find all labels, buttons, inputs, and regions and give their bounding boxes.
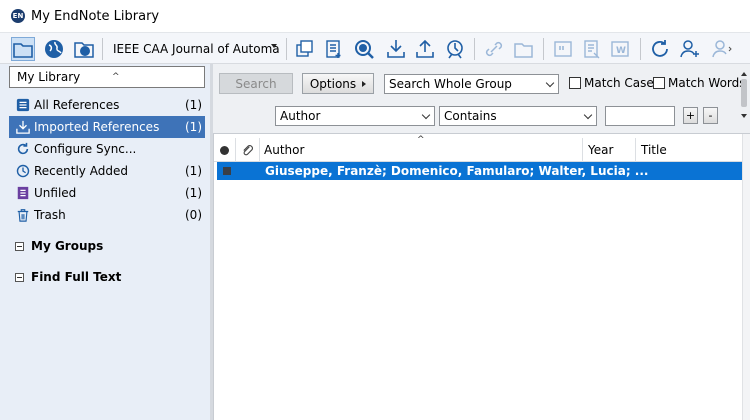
scroll-up-icon[interactable] — [741, 72, 747, 76]
search-panel-scrollbar[interactable] — [739, 66, 750, 132]
sync-icon — [15, 141, 31, 157]
title-column-header[interactable]: Title — [636, 138, 742, 162]
find-full-text-header[interactable]: Find Full Text — [9, 267, 121, 287]
add-search-row-button[interactable]: + — [683, 107, 698, 124]
group-count: (1) — [185, 120, 202, 134]
format-bibliography-icon[interactable] — [580, 37, 604, 61]
group-recently-added[interactable]: Recently Added (1) — [9, 160, 205, 182]
find-full-text-icon[interactable] — [443, 37, 467, 61]
output-style-select[interactable]: IEEE CAA Journal of Automati — [109, 39, 279, 59]
scroll-thumb[interactable] — [741, 79, 747, 107]
unfiled-icon — [15, 185, 31, 201]
match-case-checkbox[interactable]: Match Case — [569, 76, 654, 90]
group-label: All References — [34, 98, 120, 112]
chevron-up-icon: ^ — [112, 72, 120, 82]
remove-search-row-button[interactable]: - — [703, 107, 718, 124]
all-references-icon — [15, 97, 31, 113]
recently-added-icon — [15, 163, 31, 179]
collapse-icon[interactable] — [15, 241, 24, 251]
window-title: My EndNote Library — [31, 8, 160, 24]
my-groups-header[interactable]: My Groups — [9, 236, 103, 256]
chevron-down-icon — [271, 44, 277, 48]
open-link-icon[interactable] — [482, 37, 506, 61]
chevron-down-icon — [583, 110, 593, 120]
group-count: (1) — [185, 186, 202, 200]
manage-users-icon[interactable] — [710, 37, 734, 61]
online-search-icon[interactable] — [352, 37, 376, 61]
open-file-icon[interactable] — [512, 37, 536, 61]
search-operator-value: Contains — [444, 109, 497, 123]
title-bar: EN My EndNote Library — [0, 0, 750, 32]
search-value-input[interactable] — [605, 106, 675, 126]
year-column-header[interactable]: Year — [583, 138, 636, 162]
search-field-select[interactable]: Author — [275, 106, 435, 126]
group-configure-sync[interactable]: Configure Sync... — [9, 138, 205, 160]
group-label: Configure Sync... — [34, 142, 137, 156]
group-all-references[interactable]: All References (1) — [9, 94, 205, 116]
chevron-down-icon — [421, 110, 431, 120]
search-button[interactable]: Search — [219, 73, 293, 94]
read-status-icon — [220, 145, 229, 155]
group-trash[interactable]: Trash (0) — [9, 204, 205, 226]
group-label: Trash — [34, 208, 66, 222]
read-status-column[interactable] — [214, 138, 236, 162]
group-count: (1) — [185, 164, 202, 178]
chevron-down-icon — [545, 78, 555, 88]
search-panel: Search Options Search Whole Group Match … — [213, 64, 750, 134]
export-icon[interactable] — [413, 37, 437, 61]
local-library-mode-icon[interactable] — [11, 37, 35, 61]
reference-list-scrollbar[interactable] — [742, 134, 750, 420]
chevron-right-icon — [362, 80, 367, 87]
scroll-down-icon[interactable] — [741, 114, 747, 118]
options-button[interactable]: Options — [302, 73, 374, 94]
svg-text:W: W — [616, 46, 626, 56]
options-label: Options — [309, 76, 357, 91]
table-row[interactable]: Giuseppe, Franzè; Domenico, Famularo; Wa… — [217, 162, 742, 180]
imported-references-icon — [15, 119, 31, 135]
group-label: Recently Added — [34, 164, 128, 178]
collapse-icon[interactable] — [15, 272, 24, 282]
endnote-logo-icon: EN — [11, 9, 25, 23]
attachment-column[interactable] — [236, 138, 260, 162]
online-search-mode-icon[interactable] — [42, 37, 66, 61]
group-unfiled[interactable]: Unfiled (1) — [9, 182, 205, 204]
search-scope-value: Search Whole Group — [389, 77, 512, 91]
sync-icon[interactable] — [648, 37, 672, 61]
output-style-value: IEEE CAA Journal of Automati — [113, 42, 279, 56]
author-column-header[interactable]: Author — [260, 138, 583, 162]
unread-marker-icon — [223, 167, 231, 175]
group-count: (0) — [185, 208, 202, 222]
toolbar: IEEE CAA Journal of Automati W — [0, 32, 750, 64]
groups-pane: My Library ^ All References (1) Imported… — [0, 64, 210, 420]
group-imported-references[interactable]: Imported References (1) — [9, 116, 205, 138]
import-icon[interactable] — [384, 37, 408, 61]
section-label: My Groups — [31, 239, 104, 253]
checkbox-box[interactable] — [653, 77, 665, 89]
search-operator-select[interactable]: Contains — [439, 106, 597, 126]
match-case-label: Match Case — [584, 76, 654, 90]
copy-formatted-icon[interactable] — [292, 37, 316, 61]
reference-author: Giuseppe, Franzè; Domenico, Famularo; Wa… — [265, 164, 649, 178]
reference-list-header: ^ Author Year Title — [214, 135, 742, 162]
reference-list: ^ Author Year Title Giuseppe, Franzè; Do… — [213, 134, 750, 420]
trash-icon — [15, 207, 31, 223]
paperclip-icon — [243, 144, 253, 155]
integrated-library-online-mode-icon[interactable] — [72, 37, 96, 61]
checkbox-box[interactable] — [569, 77, 581, 89]
match-words-checkbox[interactable]: Match Words — [653, 76, 746, 90]
group-count: (1) — [185, 98, 202, 112]
share-library-icon[interactable] — [678, 37, 702, 61]
search-scope-select[interactable]: Search Whole Group — [384, 74, 559, 94]
new-reference-icon[interactable] — [322, 37, 346, 61]
return-to-word-icon[interactable]: W — [608, 37, 632, 61]
library-selector[interactable]: My Library ^ — [9, 66, 205, 88]
insert-citation-icon[interactable] — [551, 37, 575, 61]
group-label: Imported References — [34, 120, 160, 134]
match-words-label: Match Words — [668, 76, 746, 90]
search-field-value: Author — [280, 109, 321, 123]
group-label: Unfiled — [34, 186, 77, 200]
library-label: My Library — [17, 70, 81, 84]
section-label: Find Full Text — [31, 270, 122, 284]
